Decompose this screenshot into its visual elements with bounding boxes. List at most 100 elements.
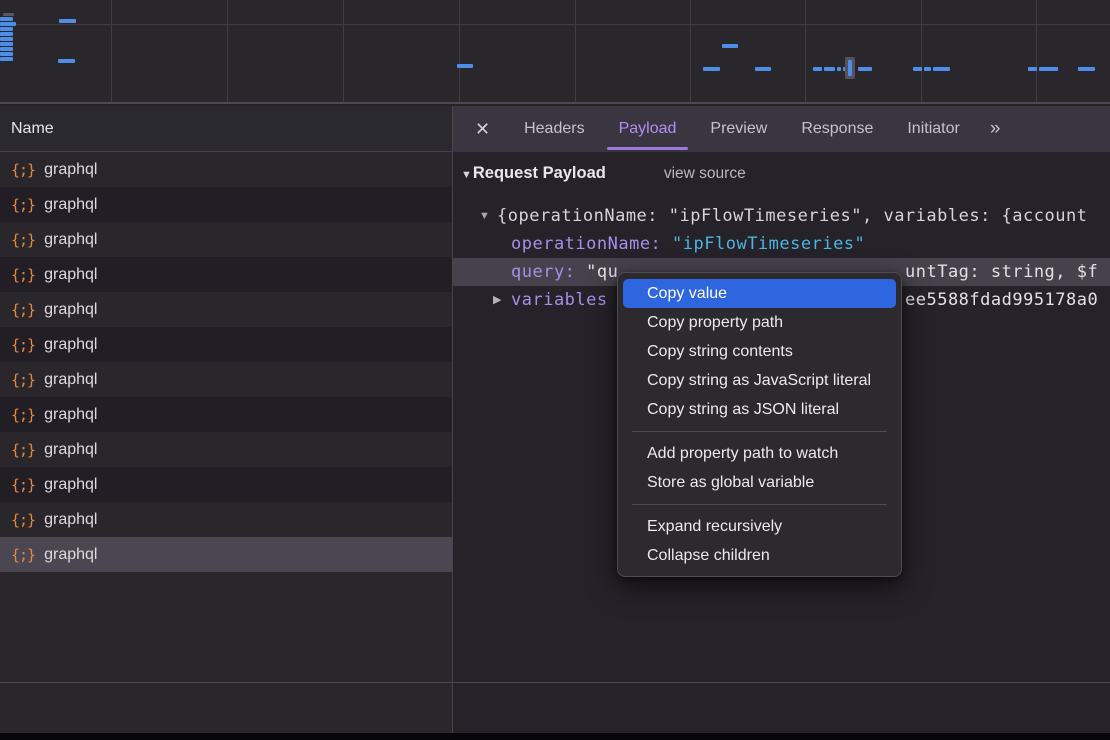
overview-vertical-gridline <box>459 0 460 102</box>
waterfall-bar <box>0 42 13 46</box>
json-braces-icon: {;} <box>11 546 35 564</box>
table-row-request[interactable]: {;} graphql <box>0 222 452 257</box>
table-row-request[interactable]: {;}graphql <box>0 187 452 222</box>
tree-row-preview[interactable]: ▼ {operationName: "ipFlowTimeseries", va… <box>453 202 1110 230</box>
footer-left <box>0 683 453 733</box>
overview-vertical-gridline <box>690 0 691 102</box>
json-braces-icon: {;} <box>11 231 35 249</box>
context-menu: Copy valueCopy property pathCopy string … <box>617 272 902 577</box>
waterfall-bar <box>457 64 473 68</box>
requests-panel: Name {;}graphql{;}graphql{;}graphql{;}gr… <box>0 106 453 682</box>
table-row-request[interactable]: {;}graphql <box>0 432 452 467</box>
requests-list: {;} graphql {;} graphql {;} graphql {;} graphql… <box>0 152 452 572</box>
overview-vertical-gridline <box>343 0 344 102</box>
waterfall-bar <box>933 67 950 71</box>
tab-response[interactable]: Response <box>801 106 873 152</box>
menu-item-add-property-path-to-watch[interactable]: Add property path to watch <box>623 439 896 468</box>
overview-vertical-gridline <box>227 0 228 102</box>
tab-payload[interactable]: Payload <box>619 106 677 152</box>
object-preview-text: {operationName: "ipFlowTimeseries", vari… <box>497 202 1087 230</box>
overview-vertical-gridline <box>921 0 922 102</box>
menu-separator <box>632 431 887 432</box>
table-row-request[interactable]: {;} graphql <box>0 537 452 572</box>
table-row-request[interactable]: {;}graphql <box>0 502 452 537</box>
menu-item-copy-string-as-json-literal[interactable]: Copy string as JSON literal <box>623 395 896 424</box>
waterfall-bar <box>755 67 771 71</box>
json-braces-icon: {;} <box>11 161 35 179</box>
json-braces-icon: {;} <box>11 406 35 424</box>
menu-item-copy-value[interactable]: Copy value <box>623 279 896 308</box>
request-name: graphql <box>44 231 97 249</box>
waterfall-bar <box>0 17 13 21</box>
tree-row-operation-name[interactable]: operationName: "ipFlowTimeseries" <box>453 230 1110 258</box>
tab-headers[interactable]: Headers <box>524 106 584 152</box>
waterfall-bar <box>924 67 931 71</box>
property-key: operationName: <box>511 234 661 254</box>
waterfall-bar <box>1039 67 1058 71</box>
section-title: Request Payload <box>473 164 606 183</box>
waterfall-bar <box>913 67 922 71</box>
devtools-network-panel: Name {;}graphql{;}graphql{;}graphql{;}gr… <box>0 0 1110 740</box>
waterfall-bar <box>3 13 14 16</box>
network-overview-timeline[interactable] <box>0 0 1110 104</box>
request-name: graphql <box>44 441 97 459</box>
waterfall-bar <box>1028 67 1037 71</box>
tab-initiator[interactable]: Initiator <box>907 106 959 152</box>
json-braces-icon: {;} <box>11 511 35 529</box>
more-tabs-chevron-icon[interactable]: » <box>990 118 999 140</box>
tab-preview[interactable]: Preview <box>710 106 767 152</box>
overview-vertical-gridline <box>575 0 576 102</box>
waterfall-bar <box>0 32 13 36</box>
menu-item-copy-string-contents[interactable]: Copy string contents <box>623 337 896 366</box>
panel-footer <box>0 682 1110 733</box>
table-row-request[interactable]: {;}graphql <box>0 397 452 432</box>
request-name: graphql <box>44 161 97 179</box>
table-row-request[interactable]: {;}graphql <box>0 327 452 362</box>
request-payload-section-header[interactable]: ▼ Request Payload view source <box>461 164 746 183</box>
table-row-request[interactable]: {;} graphql <box>0 292 452 327</box>
overview-horizontal-gridline <box>0 24 1110 25</box>
request-name: graphql <box>44 266 97 284</box>
close-icon[interactable]: ✕ <box>475 119 490 140</box>
request-name: graphql <box>44 301 97 319</box>
menu-item-copy-property-path[interactable]: Copy property path <box>623 308 896 337</box>
table-row-request[interactable]: {;}graphql <box>0 257 452 292</box>
property-key: variables <box>511 290 608 310</box>
waterfall-bar <box>0 57 13 61</box>
waterfall-bar <box>824 67 835 71</box>
waterfall-bar <box>0 37 13 41</box>
table-row-request[interactable]: {;} graphql <box>0 362 452 397</box>
name-column-label: Name <box>11 120 54 138</box>
footer-right <box>453 683 1110 733</box>
request-name: graphql <box>44 476 97 494</box>
request-name: graphql <box>44 546 97 564</box>
waterfall-bar <box>813 67 822 71</box>
menu-item-expand-recursively[interactable]: Expand recursively <box>623 512 896 541</box>
json-braces-icon: {;} <box>11 476 35 494</box>
window-bottom-edge <box>0 733 1110 740</box>
menu-separator <box>632 504 887 505</box>
network-main-area: Name {;}graphql{;}graphql{;}graphql{;}gr… <box>0 106 1110 682</box>
menu-item-store-as-global-variable[interactable]: Store as global variable <box>623 468 896 497</box>
waterfall-bar <box>1078 67 1095 71</box>
waterfall-bar <box>858 67 872 71</box>
expand-triangle-icon[interactable]: ▶ <box>493 286 501 314</box>
expand-triangle-icon[interactable]: ▼ <box>479 202 490 230</box>
menu-item-collapse-children[interactable]: Collapse children <box>623 541 896 570</box>
waterfall-bar <box>703 67 720 71</box>
overview-vertical-gridline <box>805 0 806 102</box>
table-row-request[interactable]: {;} graphql <box>0 152 452 187</box>
json-braces-icon: {;} <box>11 371 35 389</box>
overview-vertical-gridline <box>1036 0 1037 102</box>
waterfall-bar <box>722 44 738 48</box>
view-source-link[interactable]: view source <box>664 165 746 183</box>
property-value-right-fragment: ee5588fdad995178a0 <box>905 286 1098 314</box>
menu-item-copy-string-as-javascript-literal[interactable]: Copy string as JavaScript literal <box>623 366 896 395</box>
json-braces-icon: {;} <box>11 336 35 354</box>
table-row-request[interactable]: {;} graphql <box>0 467 452 502</box>
json-braces-icon: {;} <box>11 301 35 319</box>
overview-vertical-gridline <box>111 0 112 102</box>
name-column-header[interactable]: Name <box>0 106 452 152</box>
request-name: graphql <box>44 371 97 389</box>
property-value-left-fragment: "qu <box>586 262 618 282</box>
